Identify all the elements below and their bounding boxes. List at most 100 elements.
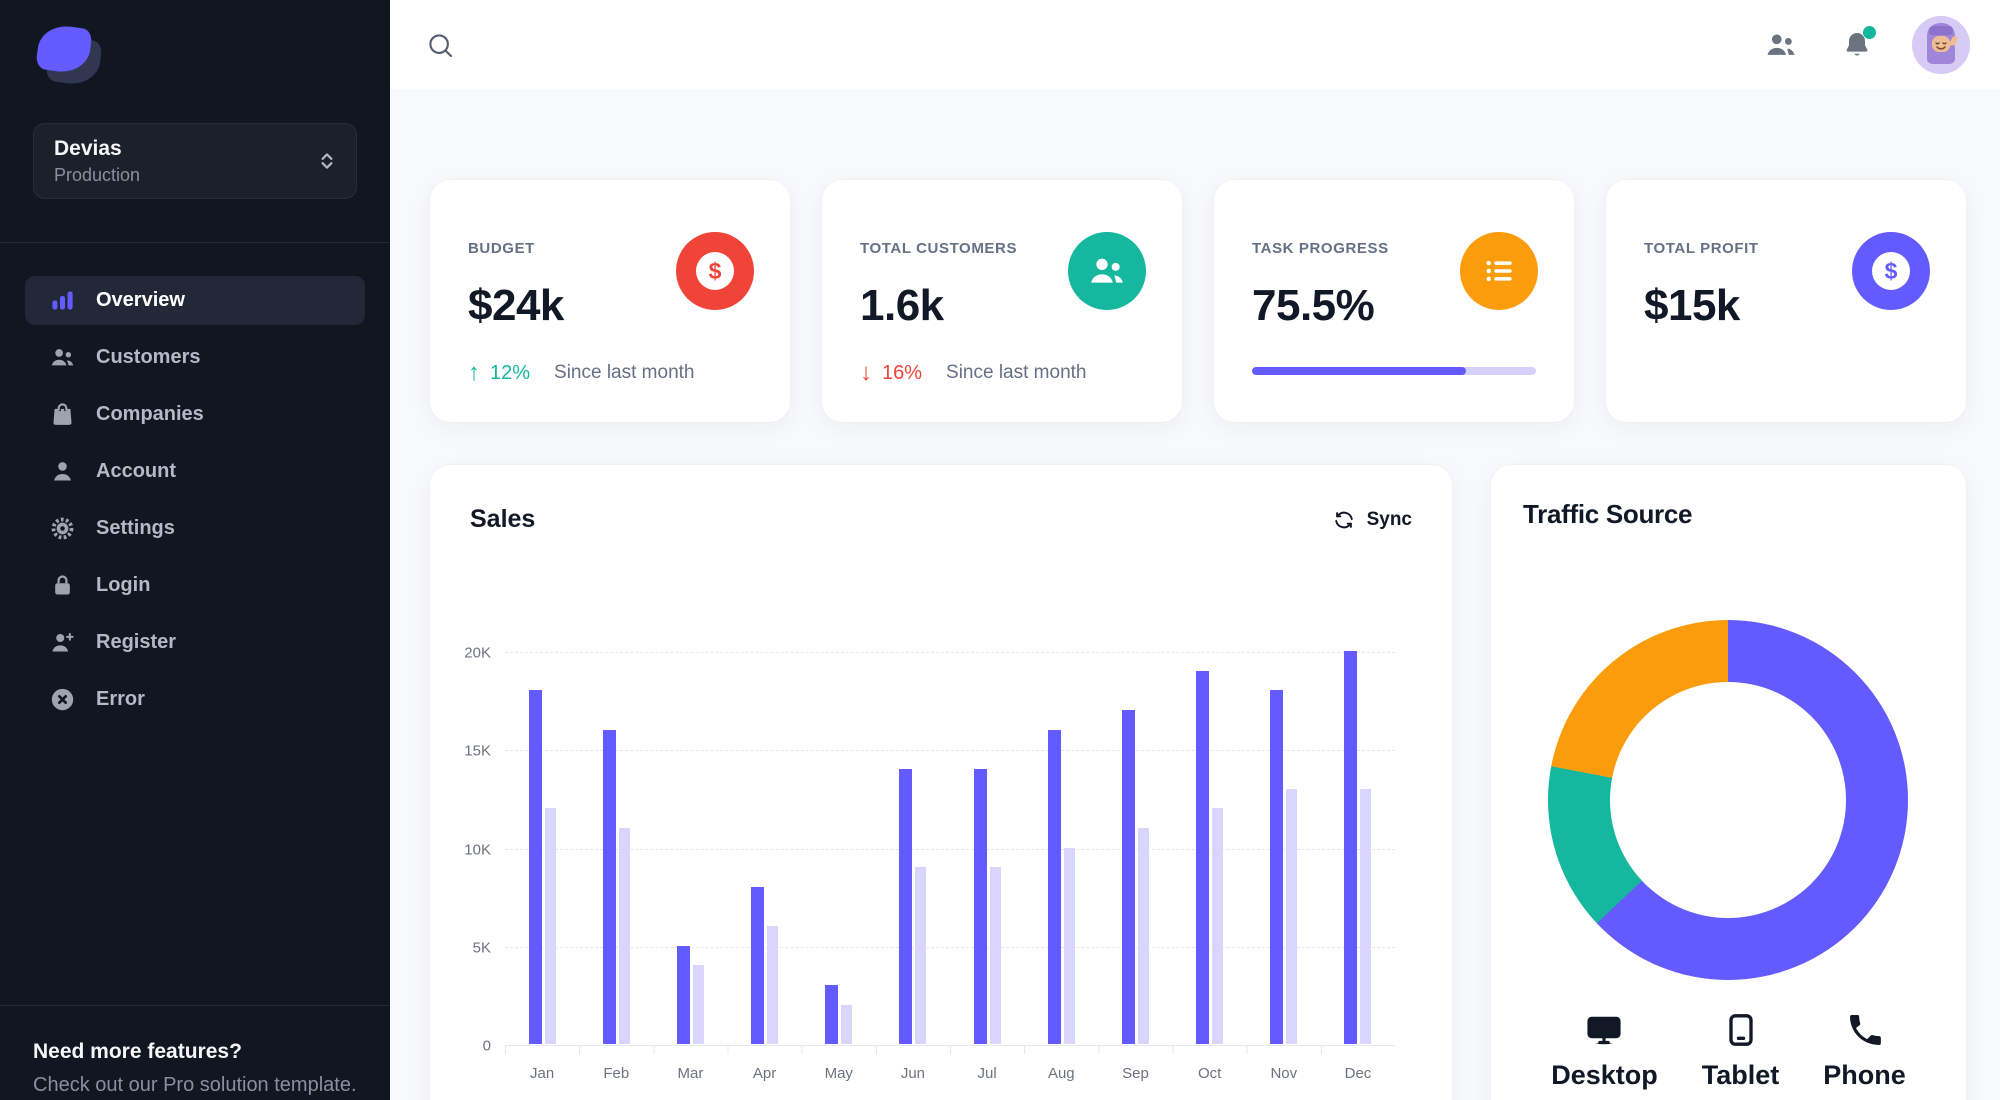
desktop-icon [1584, 1010, 1624, 1050]
caret-up-down-icon [318, 150, 336, 172]
sidebar-item-label: Error [96, 688, 145, 710]
task-progress-fill [1252, 367, 1467, 375]
notifications-button[interactable] [1836, 24, 1878, 66]
bar-group-apr [728, 652, 802, 1044]
bar-this-year [676, 945, 690, 1044]
sync-label: Sync [1366, 508, 1412, 530]
shopping-bag-icon [49, 401, 76, 428]
bar-this-year [899, 768, 913, 1044]
y-tick-label: 20K [464, 644, 491, 662]
phone-icon [1845, 1010, 1885, 1050]
donut-hole [1610, 682, 1846, 918]
bar-this-year [602, 729, 616, 1044]
bar-last-year [1063, 847, 1075, 1044]
bar-last-year [989, 867, 1001, 1044]
bar-last-year [1137, 827, 1149, 1044]
x-tick-label: Sep [1122, 1065, 1149, 1082]
x-tick-label: Nov [1270, 1065, 1298, 1082]
bar-group-oct [1173, 652, 1247, 1044]
footer-subtitle: Check out our Pro solution template. [33, 1074, 357, 1096]
gear-icon [49, 515, 76, 542]
bar-group-jun [876, 652, 950, 1044]
sales-title: Sales [470, 505, 536, 533]
x-tick-label: Aug [1047, 1065, 1075, 1082]
budget-card: BUDGET $24k $ ↑ 12% Since last month [430, 180, 790, 422]
total-profit-card: TOTAL PROFIT $15k $ [1606, 180, 1966, 422]
stats-row: BUDGET $24k $ ↑ 12% Since last month TOT… [430, 180, 1966, 422]
sidebar-item-label: Login [96, 574, 151, 596]
users-icon [49, 344, 76, 371]
sidebar-item-customers[interactable]: Customers [25, 333, 365, 382]
total-customers-card: TOTAL CUSTOMERS 1.6k ↓ 16% Since last mo… [822, 180, 1182, 422]
bar-this-year [1270, 690, 1284, 1044]
workspace-environment: Production [54, 164, 141, 185]
bar-this-year [528, 690, 542, 1044]
x-tick-label: Oct [1197, 1065, 1222, 1082]
bar-group-sep [1098, 652, 1172, 1044]
sync-button[interactable]: Sync [1333, 509, 1412, 531]
avatar[interactable] [1912, 15, 1970, 74]
bar-last-year [915, 867, 927, 1044]
sidebar: Devias Production Overview Customers Com… [0, 0, 390, 1100]
bar-last-year [841, 1004, 853, 1044]
legend-label: Desktop [1551, 1060, 1658, 1090]
bar-this-year [751, 886, 765, 1044]
sidebar-item-overview[interactable]: Overview [25, 276, 365, 325]
sidebar-item-account[interactable]: Account [25, 447, 365, 496]
sales-card: Sales Sync 0 5K 10K 15K 20K Jan Feb Mar Apr May J… [430, 465, 1452, 1100]
y-tick-label: 15K [464, 742, 491, 760]
stat-trend: ↑ 12% Since last month [468, 361, 752, 385]
sidebar-item-label: Account [96, 460, 176, 482]
bar-this-year [1121, 709, 1135, 1044]
sidebar-item-label: Settings [96, 517, 175, 539]
traffic-title: Traffic Source [1523, 499, 1693, 529]
sales-bars [505, 651, 1395, 1044]
sidebar-item-companies[interactable]: Companies [25, 390, 365, 439]
traffic-legend: Desktop Tablet Phone [1491, 1010, 1966, 1091]
x-tick-label: Dec [1344, 1065, 1372, 1082]
arrows-clockwise-icon [1333, 509, 1355, 531]
bar-this-year [1196, 670, 1210, 1044]
x-tick-label: Mar [677, 1065, 704, 1082]
bar-last-year [1212, 808, 1224, 1044]
workspace-switcher[interactable]: Devias Production [33, 123, 357, 199]
x-tick-label: Jan [529, 1065, 555, 1082]
trend-caption: Since last month [554, 362, 695, 383]
sales-header: Sales Sync [430, 465, 1452, 534]
user-plus-icon [49, 629, 76, 656]
users-icon [1068, 232, 1146, 310]
legend-item-tablet: Tablet [1701, 1010, 1780, 1091]
footer-title: Need more features? [33, 1040, 242, 1063]
devias-logo[interactable] [35, 22, 103, 88]
sidebar-item-label: Register [96, 631, 177, 653]
x-tick-label: Jun [900, 1065, 926, 1082]
sidebar-item-login[interactable]: Login [25, 561, 365, 610]
legend-label: Phone [1823, 1060, 1906, 1090]
sidebar-item-label: Companies [96, 403, 204, 425]
contacts-button[interactable] [1760, 24, 1802, 66]
search-button[interactable] [423, 28, 459, 64]
y-tick-label: 5K [472, 939, 491, 957]
bar-last-year [767, 926, 779, 1044]
bar-last-year [692, 965, 704, 1044]
sales-bar-chart: 0 5K 10K 15K 20K Jan Feb Mar Apr May Jun Jul Aug Sep… [464, 645, 1395, 1082]
bar-group-aug [1024, 652, 1098, 1044]
search-icon [426, 31, 456, 61]
sidebar-item-label: Customers [96, 346, 201, 368]
sidebar-item-error[interactable]: Error [25, 675, 365, 724]
traffic-source-card: Traffic Source Desktop Tablet Phone [1491, 465, 1966, 1100]
workspace-name: Devias [54, 136, 122, 160]
sidebar-footer: Need more features? Check out our Pro so… [33, 1040, 363, 1097]
legend-label: Tablet [1701, 1060, 1780, 1090]
x-tick-label: May [824, 1065, 853, 1082]
sidebar-item-settings[interactable]: Settings [25, 504, 365, 553]
sidebar-divider [0, 242, 390, 243]
trend-value: 12% [490, 361, 531, 384]
lock-icon [49, 572, 76, 599]
sidebar-item-register[interactable]: Register [25, 618, 365, 667]
x-axis-ticks [505, 1046, 1395, 1054]
x-circle-icon [49, 686, 76, 713]
arrow-up-icon: ↑ [468, 359, 480, 386]
legend-item-phone: Phone [1823, 1010, 1906, 1091]
x-tick-label: Feb [603, 1065, 630, 1082]
